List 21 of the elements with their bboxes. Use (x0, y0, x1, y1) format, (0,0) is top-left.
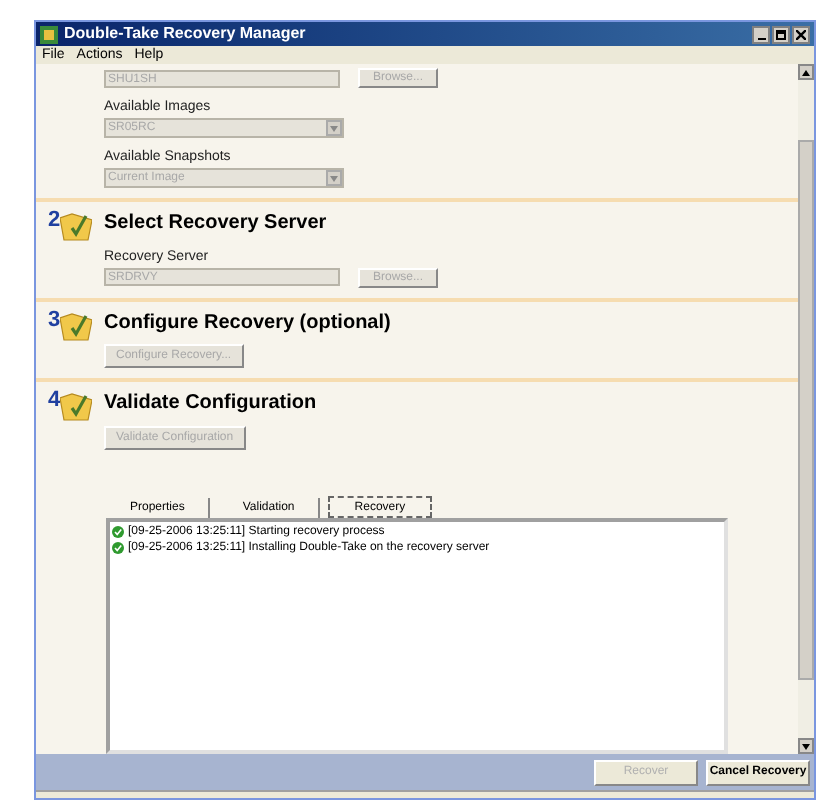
step-title: Select Recovery Server (104, 212, 329, 237)
down-arrow-icon (802, 743, 810, 749)
window-title: Double-Take Recovery Manager (64, 26, 306, 42)
folder-check-icon (60, 309, 93, 341)
up-arrow-icon (802, 69, 810, 75)
app-icon (40, 25, 58, 43)
folder-check-icon (60, 390, 93, 422)
scroll-down-button[interactable] (798, 738, 814, 754)
minimize-button[interactable] (752, 25, 770, 43)
maximize-button[interactable] (772, 25, 790, 43)
step-number: 3 (48, 309, 61, 331)
step-title: Configure Recovery (optional) (104, 311, 391, 336)
close-button[interactable] (792, 25, 810, 43)
scrollbar[interactable] (798, 64, 814, 754)
step-number: 2 (48, 210, 61, 232)
scroll-up-button[interactable] (798, 64, 814, 80)
folder-check-icon (60, 210, 93, 242)
dropdown-arrow-icon (326, 170, 342, 186)
step-number: 4 (48, 390, 61, 412)
dropdown-arrow-icon (326, 120, 342, 136)
step-title: Validate Configuration (104, 392, 317, 417)
